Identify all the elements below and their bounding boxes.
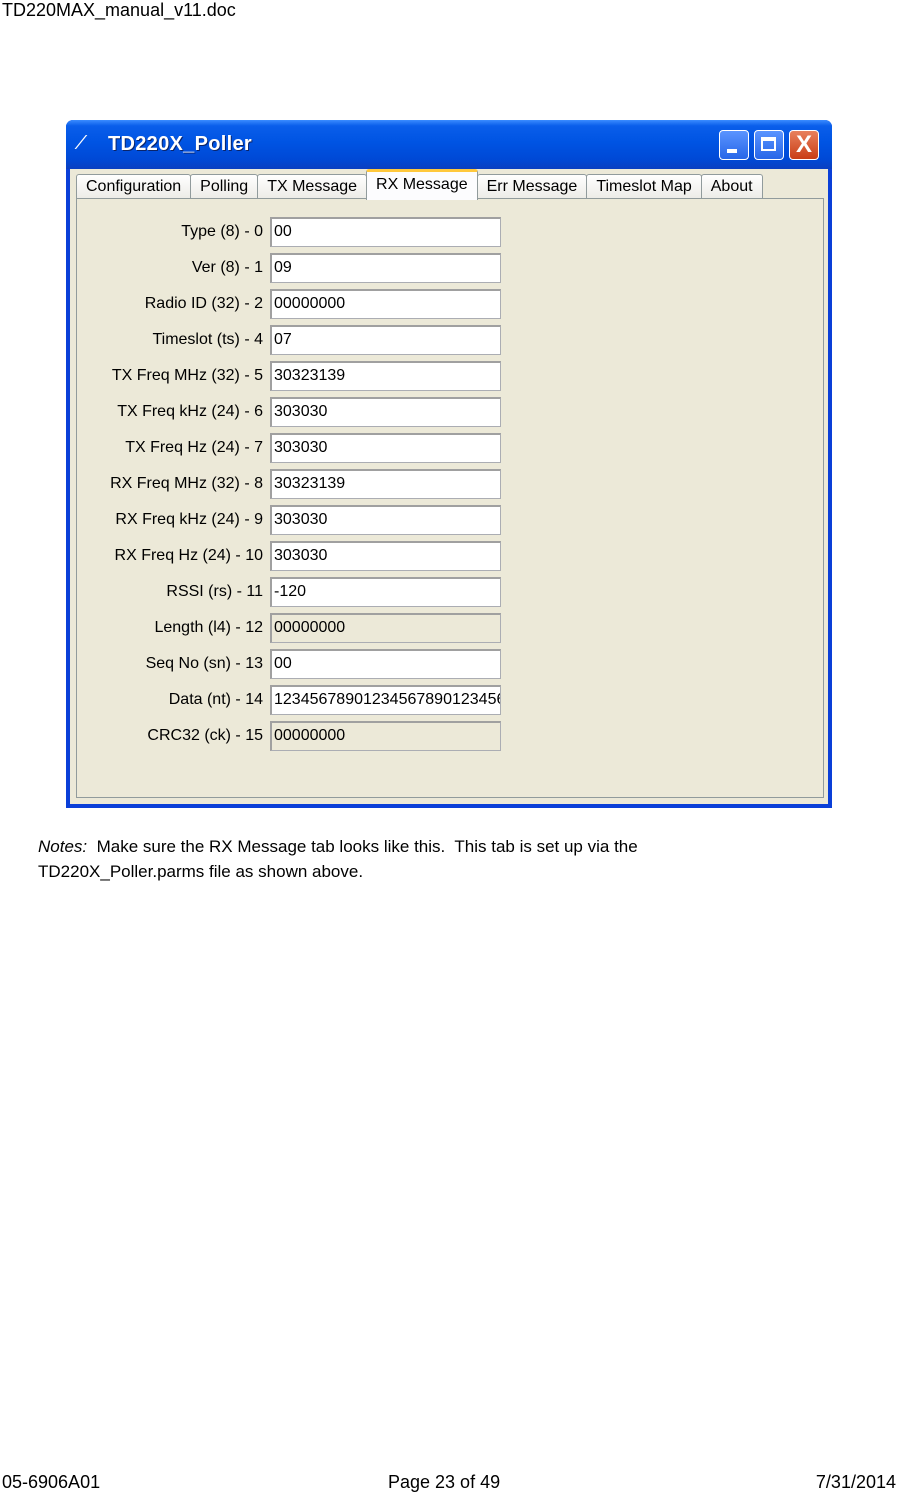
- field-row: Radio ID (32) - 2 00000000: [77, 289, 517, 319]
- tab-err-message[interactable]: Err Message: [476, 174, 588, 199]
- field-input[interactable]: -120: [270, 577, 501, 607]
- field-row: CRC32 (ck) - 15 00000000: [77, 721, 517, 751]
- close-icon: X: [795, 131, 812, 158]
- field-label: Seq No (sn) - 13: [145, 655, 263, 672]
- tab-rx-message[interactable]: RX Message: [366, 169, 478, 200]
- field-row: RX Freq Hz (24) - 10 303030: [77, 541, 517, 571]
- field-input[interactable]: 00000000: [270, 721, 501, 751]
- footer-date: 7/31/2014: [815, 1472, 896, 1492]
- field-input[interactable]: 00: [270, 649, 501, 679]
- field-label: Length (l4) - 12: [154, 619, 263, 636]
- maximize-icon: [761, 137, 776, 151]
- field-label: RX Freq MHz (32) - 8: [110, 475, 263, 492]
- field-label: Radio ID (32) - 2: [144, 295, 263, 312]
- field-label: Data (nt) - 14: [168, 691, 263, 708]
- tab-polling[interactable]: Polling: [190, 174, 259, 199]
- document-header: TD220MAX_manual_v11.doc: [2, 0, 236, 20]
- field-row: Type (8) - 0 00: [77, 217, 517, 247]
- window-title: TD220X_Poller: [108, 133, 252, 155]
- field-input[interactable]: 30323139: [270, 469, 501, 499]
- feather-icon: ⁄: [80, 132, 84, 154]
- field-row: RX Freq MHz (32) - 8 30323139: [77, 469, 517, 499]
- field-label: RX Freq kHz (24) - 9: [115, 511, 263, 528]
- field-label: TX Freq MHz (32) - 5: [111, 367, 263, 384]
- field-input[interactable]: 07: [270, 325, 501, 355]
- field-label: Type (8) - 0: [181, 223, 263, 240]
- field-row: RSSI (rs) - 11 -120: [77, 577, 517, 607]
- field-label: RX Freq Hz (24) - 10: [114, 547, 263, 564]
- field-input[interactable]: 00000000: [270, 613, 501, 643]
- field-row: Length (l4) - 12 00000000: [77, 613, 517, 643]
- field-input[interactable]: 30323139: [270, 361, 501, 391]
- field-label: Ver (8) - 1: [191, 259, 263, 276]
- field-row: Timeslot (ts) - 4 07: [77, 325, 517, 355]
- field-input[interactable]: 09: [270, 253, 501, 283]
- minimize-icon: [727, 149, 737, 153]
- field-input[interactable]: 303030: [270, 505, 501, 535]
- field-input[interactable]: 303030: [270, 397, 501, 427]
- notes-paragraph: Notes: Make sure the RX Message tab look…: [38, 834, 638, 884]
- field-row: Ver (8) - 1 09: [77, 253, 517, 283]
- notes-label: Notes:: [38, 837, 88, 856]
- field-label: CRC32 (ck) - 15: [147, 727, 263, 744]
- field-label: RSSI (rs) - 11: [166, 583, 263, 600]
- tab-configuration[interactable]: Configuration: [76, 174, 192, 199]
- notes-line-1: Make sure the RX Message tab looks like …: [87, 837, 638, 856]
- field-input[interactable]: 303030: [270, 433, 501, 463]
- tab-timeslot-map[interactable]: Timeslot Map: [586, 174, 702, 199]
- rx-message-panel: Type (8) - 0 00 Ver (8) - 1 09 Radio ID (32)…: [76, 198, 824, 798]
- field-label: TX Freq Hz (24) - 7: [125, 439, 263, 456]
- field-input[interactable]: 303030: [270, 541, 501, 571]
- field-input[interactable]: 12345678901234567890123456: [270, 685, 501, 715]
- field-label: Timeslot (ts) - 4: [152, 331, 263, 348]
- field-row: Data (nt) - 14 12345678901234567890123456: [77, 685, 517, 715]
- field-row: TX Freq MHz (32) - 5 30323139: [77, 361, 517, 391]
- tab-tx-message[interactable]: TX Message: [257, 174, 368, 199]
- tab-about[interactable]: About: [700, 174, 763, 199]
- notes-line-2: TD220X_Poller.parms file as shown above.: [38, 862, 364, 881]
- field-row: RX Freq kHz (24) - 9 303030: [77, 505, 517, 535]
- field-input[interactable]: 00000000: [270, 289, 501, 319]
- window-client-area: Configuration Polling TX Message RX Message…: [70, 169, 828, 804]
- field-row: Seq No (sn) - 13 00: [77, 649, 517, 679]
- footer-doc-number: 05-6906A01: [2, 1472, 101, 1492]
- field-row: TX Freq kHz (24) - 6 303030: [77, 397, 517, 427]
- field-row: TX Freq Hz (24) - 7 303030: [77, 433, 517, 463]
- tab-strip: Configuration Polling TX Message RX Message…: [76, 169, 763, 200]
- title-bar[interactable]: ⁄ TD220X_Poller X: [66, 120, 832, 169]
- minimize-button[interactable]: [719, 130, 749, 160]
- field-label: TX Freq kHz (24) - 6: [117, 403, 263, 420]
- close-button[interactable]: X: [789, 130, 819, 160]
- app-window: ⁄ TD220X_Poller X Configuration Polling TX…: [66, 120, 832, 808]
- field-input[interactable]: 00: [270, 217, 501, 247]
- footer-page-number: Page 23 of 49: [388, 1472, 501, 1492]
- maximize-button[interactable]: [754, 130, 784, 160]
